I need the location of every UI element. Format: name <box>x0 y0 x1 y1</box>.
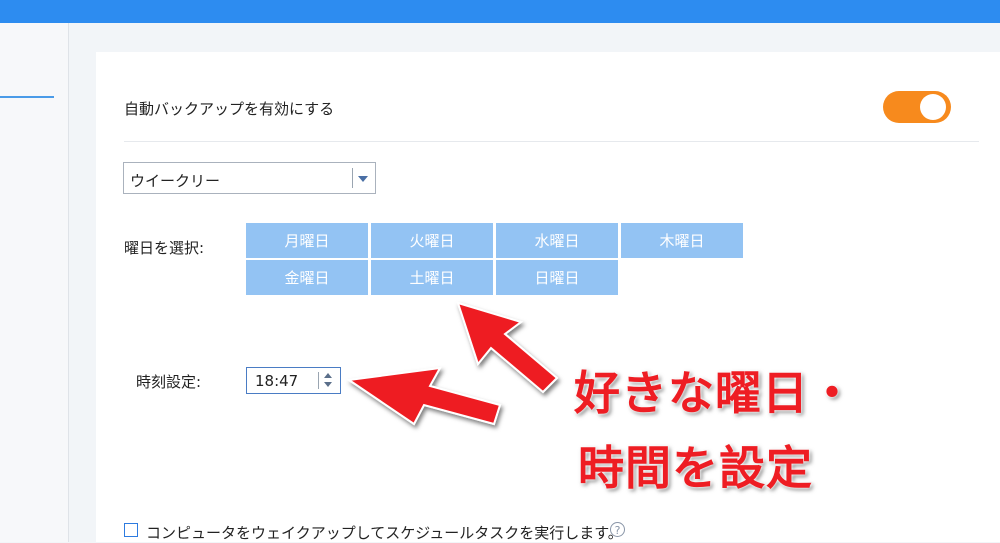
day-button-wednesday[interactable]: 水曜日 <box>496 223 618 258</box>
select-separator <box>352 168 353 188</box>
time-input[interactable]: 18:47 <box>246 367 341 394</box>
settings-card <box>96 52 1000 542</box>
annotation-text-line2: 時間を設定 <box>578 441 813 495</box>
day-button-monday[interactable]: 月曜日 <box>246 223 368 258</box>
time-setting-label: 時刻設定: <box>136 373 202 391</box>
day-button-saturday[interactable]: 土曜日 <box>371 260 493 295</box>
day-button-thursday[interactable]: 木曜日 <box>621 223 743 258</box>
day-select-label: 曜日を選択: <box>124 239 205 257</box>
annotation-text-line1: 好きな曜日・ <box>574 366 856 420</box>
top-bar <box>0 0 1000 23</box>
left-nav-active-indicator <box>0 96 54 98</box>
left-panel <box>0 23 69 542</box>
frequency-select[interactable]: ウイークリー <box>123 162 376 194</box>
help-icon[interactable]: ? <box>610 522 625 537</box>
auto-backup-label: 自動バックアップを有効にする <box>124 100 335 118</box>
day-button-sunday[interactable]: 日曜日 <box>496 260 618 295</box>
day-button-tuesday[interactable]: 火曜日 <box>371 223 493 258</box>
toggle-knob <box>920 94 946 120</box>
spinner-separator <box>318 372 319 389</box>
time-value: 18:47 <box>255 372 299 390</box>
chevron-down-icon <box>358 176 368 182</box>
wake-label: コンピュータをウェイクアップしてスケジュールタスクを実行します。 <box>146 524 623 542</box>
wake-checkbox[interactable] <box>124 523 138 537</box>
spinner-down-icon[interactable] <box>324 382 332 387</box>
divider <box>124 141 979 142</box>
day-grid: 月曜日 火曜日 水曜日 木曜日 金曜日 土曜日 日曜日 <box>246 223 744 295</box>
spinner-up-icon[interactable] <box>324 373 332 378</box>
frequency-selected-value: ウイークリー <box>130 172 221 190</box>
day-button-friday[interactable]: 金曜日 <box>246 260 368 295</box>
